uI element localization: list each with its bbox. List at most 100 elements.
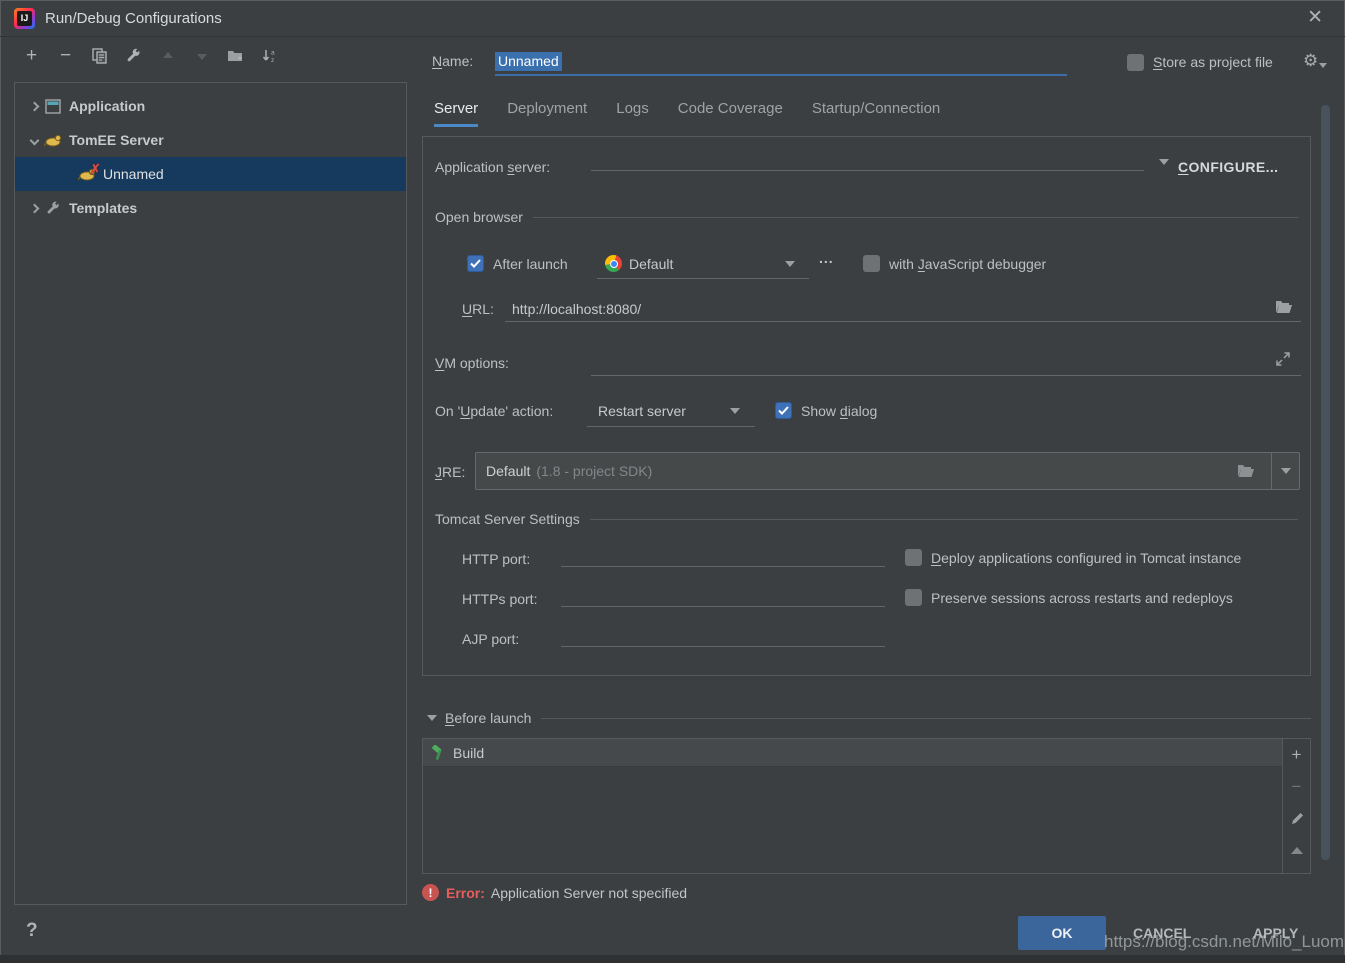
move-down-icon[interactable] [192, 46, 211, 65]
move-task-up-icon[interactable] [1287, 841, 1306, 860]
tree-item-unnamed[interactable]: ✗ Unnamed [15, 157, 406, 191]
tree-item-label: TomEE Server [69, 132, 164, 148]
browser-select-value[interactable]: Default [629, 256, 673, 272]
edit-templates-icon[interactable] [124, 46, 143, 65]
name-input-value: Unnamed [495, 52, 562, 71]
application-server-dropdown[interactable] [591, 149, 1144, 171]
browser-select-underline [597, 278, 809, 279]
before-launch-list: Build + − [422, 738, 1311, 874]
vertical-scrollbar[interactable] [1321, 105, 1330, 860]
sort-configurations-icon[interactable]: az [260, 46, 279, 65]
jre-value: Default [486, 463, 530, 479]
http-port-label: HTTP port: [462, 551, 530, 567]
browse-browsers-button[interactable]: ... [819, 250, 834, 266]
preserve-sessions-label: Preserve sessions across restarts and re… [931, 590, 1233, 606]
watermark-text: https://blog.csdn.net/Milo_Luom [1104, 932, 1344, 952]
browser-dropdown-arrow-icon[interactable] [785, 261, 795, 267]
update-action-value[interactable]: Restart server [598, 403, 686, 419]
invalid-mark-icon: ✗ [89, 161, 101, 178]
tree-item-label: Application [69, 98, 145, 114]
server-tab-panel: Application server: CONFIGURE... Open br… [422, 136, 1311, 676]
configurations-tree: Application TomEE Server ✗ Unnamed Templ… [14, 82, 407, 905]
config-tabs: Server Deployment Logs Code Coverage Sta… [434, 100, 940, 127]
jre-combobox[interactable]: Default (1.8 - project SDK) [475, 452, 1300, 490]
tree-toolbar: + − az [22, 46, 279, 65]
add-task-button[interactable]: + [1287, 745, 1306, 764]
configure-button[interactable]: CONFIGURE... [1178, 159, 1278, 175]
tree-item-label: Unnamed [103, 166, 164, 182]
intellij-logo-icon: IJ [14, 8, 35, 29]
after-launch-label: After launch [493, 256, 568, 272]
store-options-gear-icon[interactable]: ⚙ [1303, 51, 1327, 71]
expand-editor-icon[interactable] [1275, 351, 1291, 367]
url-input[interactable]: http://localhost:8080/ [505, 295, 1301, 322]
show-dialog-checkbox[interactable] [775, 402, 792, 419]
chevron-right-icon[interactable] [25, 103, 43, 110]
tab-deployment[interactable]: Deployment [507, 100, 587, 127]
tab-logs[interactable]: Logs [616, 100, 649, 127]
copy-configuration-icon[interactable] [90, 46, 109, 65]
collapse-triangle-icon[interactable] [427, 715, 437, 721]
url-label: URL: [462, 301, 494, 317]
http-port-input[interactable] [561, 540, 885, 567]
remove-task-button[interactable]: − [1287, 777, 1306, 796]
ajp-port-input[interactable] [561, 620, 885, 647]
tomee-icon [43, 133, 63, 147]
jre-dropdown-arrow-icon [1281, 468, 1291, 474]
remove-configuration-button[interactable]: − [56, 46, 75, 65]
chrome-browser-icon [605, 255, 622, 272]
help-button[interactable]: ? [26, 920, 38, 942]
store-as-project-file-label: Store as project file [1153, 54, 1273, 70]
tree-item-tomee-server[interactable]: TomEE Server [15, 123, 406, 157]
close-icon[interactable]: ✕ [1307, 6, 1323, 29]
add-configuration-button[interactable]: + [22, 46, 41, 65]
error-icon: ! [422, 884, 439, 901]
tree-item-application[interactable]: Application [15, 89, 406, 123]
https-port-label: HTTPs port: [462, 591, 537, 607]
before-launch-item-label: Build [453, 745, 484, 761]
error-prefix: Error: [446, 885, 485, 901]
window-title: Run/Debug Configurations [45, 10, 222, 27]
application-server-label: Application server: [435, 159, 550, 175]
dropdown-arrow-icon[interactable] [1159, 159, 1169, 165]
chevron-down-icon[interactable] [25, 137, 43, 144]
tree-item-templates[interactable]: Templates [15, 191, 406, 225]
deploy-applications-checkbox[interactable] [905, 549, 922, 566]
tab-server[interactable]: Server [434, 100, 478, 127]
before-launch-item-build[interactable]: Build [423, 739, 1282, 767]
jre-browse-folder-icon[interactable] [1237, 464, 1255, 478]
js-debugger-label: with JavaScript debugger [889, 256, 1046, 272]
name-input[interactable]: Unnamed [495, 48, 1067, 76]
tomee-invalid-icon: ✗ [77, 167, 97, 181]
vm-options-input[interactable] [591, 349, 1301, 376]
on-update-action-label: On 'Update' action: [435, 403, 553, 419]
move-up-icon[interactable] [158, 46, 177, 65]
preserve-sessions-checkbox[interactable] [905, 589, 922, 606]
name-label: Name: [432, 53, 473, 69]
update-action-dropdown-arrow-icon[interactable] [730, 408, 740, 414]
before-launch-header[interactable]: Before launch [427, 710, 1311, 726]
tab-startup-connection[interactable]: Startup/Connection [812, 100, 940, 127]
tomcat-settings-section: Tomcat Server Settings [423, 511, 1310, 527]
window-bottom-edge [0, 955, 1345, 963]
ajp-port-label: AJP port: [462, 631, 519, 647]
ok-button[interactable]: OK [1018, 916, 1106, 950]
error-message-row: ! Error: Application Server not specifie… [422, 884, 687, 901]
after-launch-checkbox[interactable] [467, 255, 484, 272]
open-browser-title: Open browser [435, 209, 523, 225]
application-icon [43, 99, 63, 114]
jre-label: JRE: [435, 464, 465, 480]
chevron-right-icon[interactable] [25, 205, 43, 212]
url-browse-folder-icon[interactable] [1275, 300, 1293, 314]
edit-task-icon[interactable] [1287, 809, 1306, 828]
build-hammer-icon [431, 745, 446, 761]
js-debugger-checkbox[interactable] [863, 255, 880, 272]
https-port-input[interactable] [561, 580, 885, 607]
show-dialog-label: Show dialog [801, 403, 877, 419]
tomcat-settings-title: Tomcat Server Settings [435, 511, 580, 527]
new-folder-icon[interactable] [226, 46, 245, 65]
store-as-project-file-checkbox[interactable] [1127, 54, 1144, 71]
jre-dropdown-button[interactable] [1271, 453, 1299, 489]
tab-code-coverage[interactable]: Code Coverage [678, 100, 783, 127]
before-launch-title: Before launch [445, 710, 531, 726]
